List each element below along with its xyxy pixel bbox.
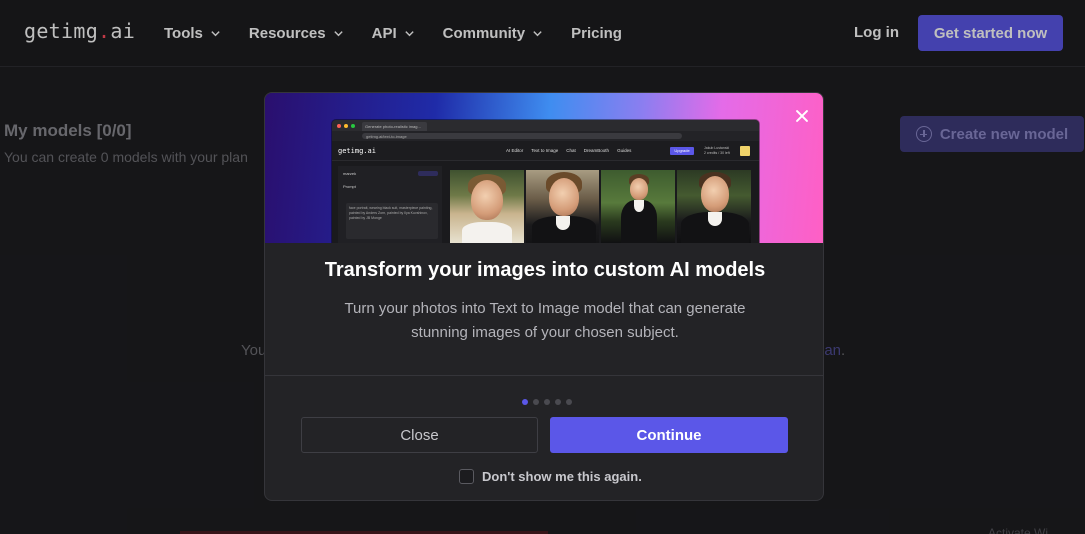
mini-sidebar: marzek Prompt face portrait, wearing bla… bbox=[338, 166, 442, 243]
dont-show-again-row[interactable]: Don't show me this again. bbox=[459, 469, 642, 484]
mini-tab: Generate photo-realistic imag... bbox=[362, 122, 427, 131]
mini-link: Guides bbox=[617, 148, 632, 153]
mini-upgrade-button: Upgrade bbox=[670, 147, 694, 155]
portrait-image bbox=[601, 170, 675, 243]
modal-title: Transform your images into custom AI mod… bbox=[324, 259, 766, 281]
mini-link: AI Editor bbox=[506, 148, 524, 153]
portrait-image bbox=[450, 170, 524, 243]
pager-dot[interactable] bbox=[544, 399, 550, 405]
mini-url: getimg.ai/text-to-image bbox=[362, 133, 682, 139]
mini-prompt-label: Prompt bbox=[343, 184, 356, 189]
modal-divider bbox=[265, 375, 823, 376]
pager-dot[interactable] bbox=[566, 399, 572, 405]
mini-user: Jakub Lustanski 2 credits / 30 left bbox=[704, 146, 730, 156]
pager-dot-active[interactable] bbox=[522, 399, 528, 405]
mini-model-tag bbox=[418, 171, 438, 176]
close-button[interactable]: Close bbox=[301, 417, 538, 453]
mini-model-name: marzek bbox=[343, 171, 357, 176]
page: getimg.ai Tools Resources API Community … bbox=[0, 0, 1085, 534]
close-icon[interactable] bbox=[793, 107, 811, 125]
pager-dot[interactable] bbox=[533, 399, 539, 405]
mini-navbar: getimg.ai AI Editor Text to Image Chat D… bbox=[332, 141, 759, 161]
onboarding-modal: Generate photo-realistic imag... getimg.… bbox=[264, 92, 824, 501]
mini-logo: getimg.ai bbox=[338, 147, 376, 155]
portrait-image bbox=[677, 170, 751, 243]
dont-show-again-checkbox[interactable] bbox=[459, 469, 474, 484]
mini-links: AI Editor Text to Image Chat DreamBooth … bbox=[506, 148, 631, 153]
continue-button[interactable]: Continue bbox=[550, 417, 788, 453]
mini-link: Chat bbox=[566, 148, 576, 153]
dont-show-again-label: Don't show me this again. bbox=[482, 469, 642, 484]
mini-user-credits: 2 credits / 30 left bbox=[704, 151, 730, 155]
modal-hero-banner: Generate photo-realistic imag... getimg.… bbox=[265, 93, 823, 243]
modal-description: Turn your photos into Text to Image mode… bbox=[344, 300, 746, 341]
mini-link: DreamBooth bbox=[583, 148, 610, 153]
mini-link: Text to Image bbox=[531, 148, 559, 153]
mini-urlbar: getimg.ai/text-to-image bbox=[332, 131, 759, 141]
mini-avatar bbox=[740, 146, 750, 156]
portrait-image bbox=[526, 170, 599, 243]
window-controls bbox=[337, 124, 355, 128]
mini-tabbar: Generate photo-realistic imag... bbox=[332, 120, 759, 131]
hero-screenshot: Generate photo-realistic imag... getimg.… bbox=[332, 120, 759, 243]
pager-dot[interactable] bbox=[555, 399, 561, 405]
carousel-pager bbox=[522, 399, 572, 405]
mini-prompt-text: face portrait, wearing black suit, maste… bbox=[346, 203, 438, 239]
